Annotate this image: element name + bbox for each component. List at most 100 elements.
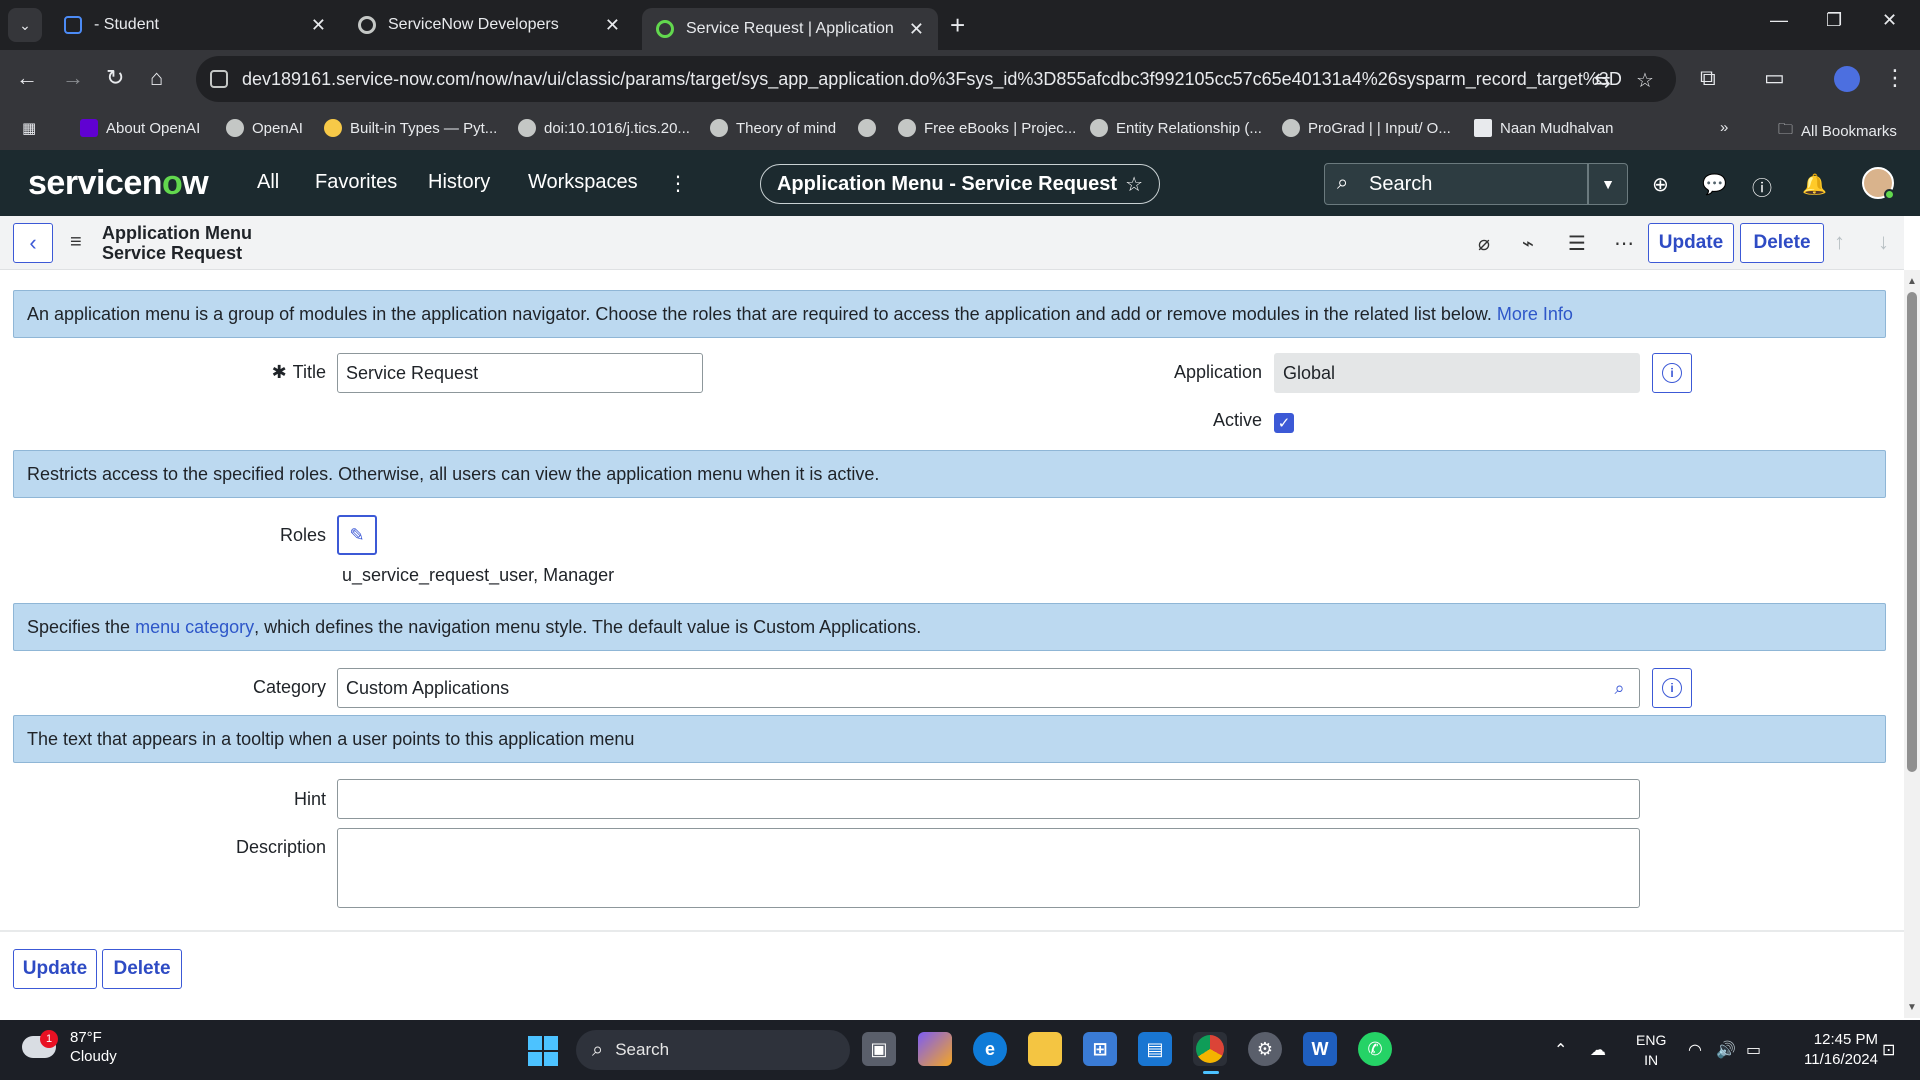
more-bookmarks-icon[interactable]: » bbox=[1720, 119, 1728, 136]
avatar[interactable] bbox=[1862, 167, 1895, 200]
weather-widget[interactable]: 1 87°F Cloudy bbox=[22, 1028, 117, 1066]
reading-mode-icon[interactable]: ▭ bbox=[1764, 64, 1785, 92]
menu-category-link[interactable]: menu category bbox=[135, 617, 254, 638]
site-info-icon[interactable] bbox=[210, 70, 228, 88]
bookmark-item[interactable]: Built-in Types — Pyt... bbox=[324, 119, 497, 137]
word-icon[interactable]: W bbox=[1303, 1032, 1337, 1066]
bookmark-item[interactable] bbox=[858, 119, 884, 137]
bottom-update-button[interactable]: Update bbox=[13, 949, 97, 989]
translate-icon[interactable]: ⇆ bbox=[1594, 68, 1611, 93]
globe-icon[interactable]: ⊕ bbox=[1652, 172, 1669, 197]
favorite-star-icon[interactable]: ☆ bbox=[1125, 172, 1143, 197]
scroll-down-icon[interactable]: ▼ bbox=[1907, 1002, 1917, 1013]
bookmark-item[interactable]: Naan Mudhalvan bbox=[1474, 119, 1613, 137]
category-info-button[interactable]: i bbox=[1652, 668, 1692, 708]
close-window-icon[interactable]: ✕ bbox=[1882, 10, 1897, 31]
more-info-link[interactable]: More Info bbox=[1497, 304, 1573, 325]
form-context-menu-icon[interactable]: ≡ bbox=[70, 231, 82, 254]
global-search-input[interactable]: ⌕ Search bbox=[1324, 163, 1588, 205]
extensions-icon[interactable]: ⧉ bbox=[1700, 64, 1716, 92]
bookmark-item[interactable]: Theory of mind bbox=[710, 119, 836, 137]
bookmark-item[interactable]: doi:10.1016/j.tics.20... bbox=[518, 119, 690, 137]
bookmark-item[interactable]: OpenAI bbox=[226, 119, 303, 137]
settings-gear-icon[interactable]: ⚙ bbox=[1248, 1032, 1282, 1066]
back-arrow-icon[interactable]: ← bbox=[16, 64, 38, 92]
copilot-icon[interactable] bbox=[918, 1032, 952, 1066]
scrollbar-thumb[interactable] bbox=[1907, 292, 1917, 772]
category-lookup-button[interactable]: ⌕ bbox=[1600, 668, 1640, 708]
taskbar-search[interactable]: ⌕ Search bbox=[576, 1030, 850, 1070]
bookmark-item[interactable]: Entity Relationship (... bbox=[1090, 119, 1262, 137]
apps-grid-icon[interactable]: ▦ bbox=[22, 119, 36, 137]
help-icon[interactable]: ⓘ bbox=[1752, 172, 1772, 201]
file-explorer-icon[interactable] bbox=[1028, 1032, 1062, 1066]
nav-favorites[interactable]: Favorites bbox=[315, 171, 397, 194]
edge-icon[interactable]: e bbox=[973, 1032, 1007, 1066]
tab-search-button[interactable]: ⌄ bbox=[8, 8, 42, 42]
show-hidden-icons-icon[interactable]: ⌃ bbox=[1554, 1040, 1567, 1060]
restore-icon[interactable]: ❐ bbox=[1826, 10, 1842, 31]
close-tab-icon[interactable]: ✕ bbox=[311, 15, 326, 36]
back-button[interactable]: ‹ bbox=[13, 223, 53, 263]
tab-student[interactable]: - Student ✕ bbox=[50, 6, 340, 44]
address-bar: ← → ↻ ⌂ dev189161.service-now.com/now/na… bbox=[0, 50, 1920, 108]
hint-field[interactable] bbox=[337, 779, 1640, 819]
previous-record-icon[interactable]: ↑ bbox=[1834, 229, 1845, 255]
application-label: Application bbox=[1173, 362, 1262, 382]
activity-icon[interactable]: ⌁ bbox=[1522, 231, 1534, 256]
forward-arrow-icon[interactable]: → bbox=[62, 64, 84, 92]
delete-button[interactable]: Delete bbox=[1740, 223, 1824, 263]
input-language[interactable]: ENG IN bbox=[1636, 1030, 1666, 1070]
nav-workspaces[interactable]: Workspaces bbox=[528, 171, 638, 194]
task-view-icon[interactable]: ▣ bbox=[862, 1032, 896, 1066]
title-field[interactable]: Service Request bbox=[337, 353, 703, 393]
page-scrollbar[interactable]: ▲ ▼ bbox=[1904, 270, 1920, 1018]
reload-icon[interactable]: ↻ bbox=[106, 64, 124, 92]
battery-icon[interactable]: ▭ bbox=[1746, 1040, 1761, 1060]
tab-servicenow-developers[interactable]: ServiceNow Developers ✕ bbox=[344, 6, 634, 44]
bookmark-item[interactable]: Free eBooks | Projec... bbox=[898, 119, 1076, 137]
notifications-bell-icon[interactable]: 🔔 bbox=[1802, 172, 1827, 197]
wifi-icon[interactable]: ◠ bbox=[1688, 1040, 1702, 1060]
minimize-icon[interactable]: — bbox=[1770, 10, 1788, 31]
new-tab-icon[interactable]: + bbox=[950, 10, 965, 40]
onedrive-icon[interactable]: ☁ bbox=[1590, 1040, 1606, 1060]
more-menu-icon[interactable]: ⋮ bbox=[668, 171, 688, 196]
chrome-icon[interactable] bbox=[1193, 1032, 1227, 1074]
volume-icon[interactable]: 🔊 bbox=[1716, 1040, 1736, 1060]
profile-icon[interactable] bbox=[1834, 66, 1860, 92]
all-bookmarks[interactable]: 🗀 All Bookmarks bbox=[1778, 119, 1897, 144]
update-button[interactable]: Update bbox=[1648, 223, 1734, 263]
whatsapp-icon[interactable]: ✆ bbox=[1358, 1032, 1392, 1066]
nav-all[interactable]: All bbox=[257, 171, 279, 194]
bottom-delete-button[interactable]: Delete bbox=[102, 949, 182, 989]
browser-menu-icon[interactable]: ⋮ bbox=[1884, 64, 1906, 92]
scroll-up-icon[interactable]: ▲ bbox=[1907, 276, 1917, 287]
bookmark-star-icon[interactable]: ☆ bbox=[1636, 68, 1654, 93]
home-icon[interactable]: ⌂ bbox=[150, 64, 163, 92]
nav-history[interactable]: History bbox=[428, 171, 490, 194]
more-options-icon[interactable]: ⋯ bbox=[1614, 231, 1634, 256]
servicenow-logo[interactable]: servicenow bbox=[28, 164, 209, 203]
system-clock[interactable]: 12:45 PM 11/16/2024 bbox=[1790, 1030, 1878, 1070]
url-field[interactable]: dev189161.service-now.com/now/nav/ui/cla… bbox=[196, 56, 1676, 102]
search-scope-dropdown[interactable]: ▼ bbox=[1588, 163, 1628, 205]
application-info-button[interactable]: i bbox=[1652, 353, 1692, 393]
edit-roles-button[interactable]: ✎ bbox=[337, 515, 377, 555]
next-record-icon[interactable]: ↓ bbox=[1878, 229, 1889, 255]
windows-start-icon[interactable] bbox=[528, 1036, 558, 1066]
attachment-icon[interactable]: ⌀ bbox=[1478, 231, 1490, 256]
bookmark-item[interactable]: About OpenAI bbox=[80, 119, 200, 137]
notification-center-icon[interactable]: ⊡ bbox=[1882, 1040, 1895, 1060]
category-field[interactable]: Custom Applications bbox=[337, 668, 1601, 708]
description-textarea[interactable] bbox=[337, 828, 1640, 908]
close-tab-icon[interactable]: ✕ bbox=[605, 15, 620, 36]
microsoft-store-icon[interactable]: ⊞ bbox=[1083, 1032, 1117, 1066]
active-checkbox[interactable]: ✓ bbox=[1274, 413, 1294, 433]
bookmark-item[interactable]: ProGrad | | Input/ O... bbox=[1282, 119, 1451, 137]
personalize-icon[interactable]: ☰ bbox=[1568, 231, 1586, 256]
chat-icon[interactable]: 💬 bbox=[1702, 172, 1727, 197]
app-icon[interactable]: ▤ bbox=[1138, 1032, 1172, 1066]
close-tab-icon[interactable]: ✕ bbox=[909, 19, 924, 40]
tab-service-request[interactable]: Service Request | Application M ✕ bbox=[642, 8, 938, 50]
